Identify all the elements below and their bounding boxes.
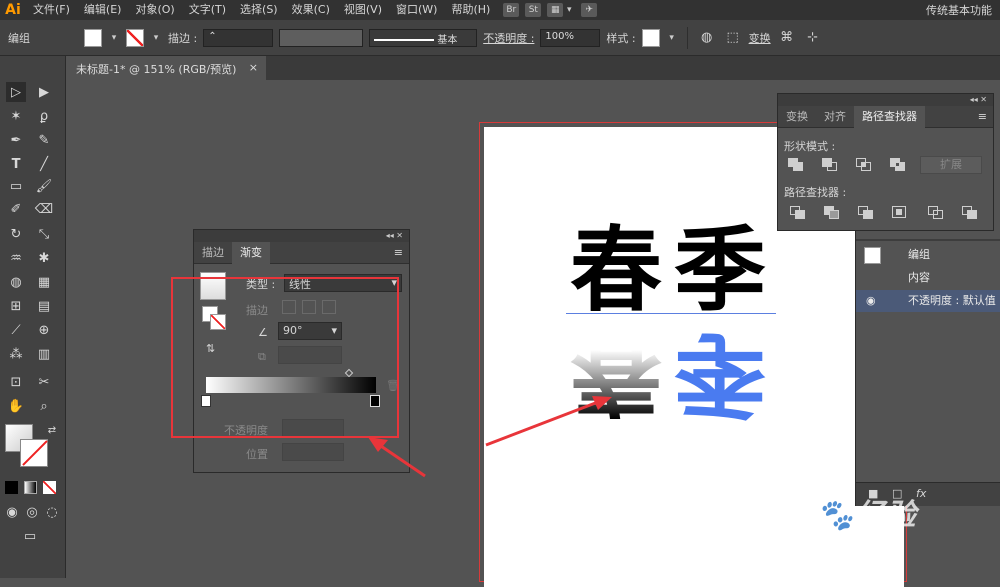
paw-icon: 🐾 [816,498,855,533]
watermark-brand-cn: 经验 [854,498,917,533]
arrowhead-artboard [592,396,612,410]
watermark: Bai🐾经验 jingyan.baidu.com [760,490,917,550]
watermark-brand: Bai [760,498,817,533]
arrow-line-artboard [485,400,599,447]
watermark-url: jingyan.baidu.com [772,534,902,550]
